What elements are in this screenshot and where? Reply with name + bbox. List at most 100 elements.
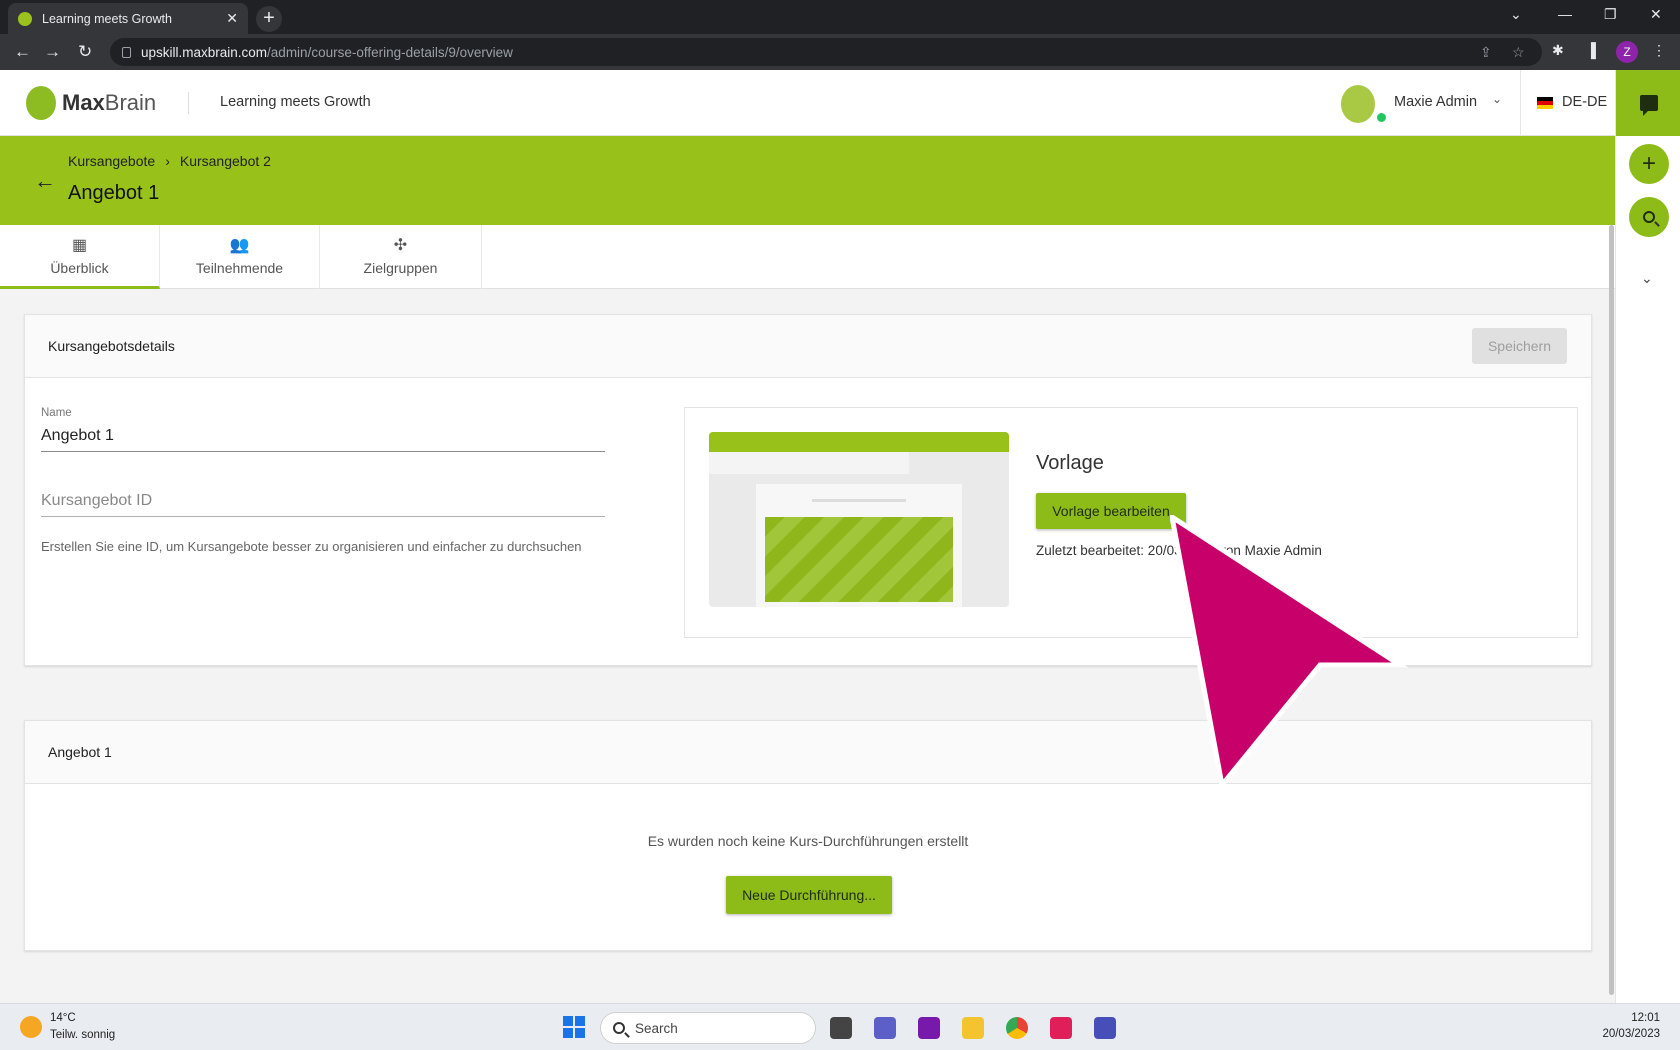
runs-card-title: Angebot 1: [48, 744, 112, 760]
brain-logo-icon: [26, 86, 56, 120]
logo-text-bold: Max: [62, 90, 105, 115]
chat-icon: [1639, 95, 1658, 116]
runs-card: Angebot 1 Es wurden noch keine Kurs-Durc…: [24, 720, 1592, 951]
offering-id-hint: Erstellen Sie eine ID, um Kursangebote b…: [41, 539, 582, 554]
page-title: Angebot 1: [68, 182, 160, 204]
details-card-header: Kursangebotsdetails: [25, 315, 1591, 378]
back-icon[interactable]: ←: [14, 42, 31, 62]
last-edited-text: Zuletzt bearbeitet: 20/03/2023 von Maxie…: [1036, 543, 1322, 558]
header-divider: [188, 92, 189, 114]
extensions-icon[interactable]: ✱: [1552, 42, 1564, 59]
details-card: Kursangebotsdetails Speichern Name Angeb…: [24, 314, 1592, 666]
weather-icon[interactable]: [20, 1016, 42, 1038]
chat-button[interactable]: [1616, 70, 1680, 136]
system-clock[interactable]: 12:01 20/03/2023: [1602, 1012, 1660, 1040]
weather-temperature: 14°C: [50, 1012, 76, 1024]
new-tab-button[interactable]: +: [256, 6, 282, 32]
clock-time: 12:01: [1631, 1012, 1660, 1024]
user-menu-name[interactable]: Maxie Admin: [1394, 94, 1477, 110]
chrome-icon[interactable]: [1006, 1017, 1028, 1039]
runs-card-header: Angebot 1: [25, 721, 1591, 784]
profile-avatar[interactable]: Z: [1616, 41, 1638, 63]
windows-start-icon[interactable]: [563, 1016, 585, 1038]
empty-runs-message: Es wurden noch keine Kurs-Durchführungen…: [647, 833, 969, 849]
details-card-title: Kursangebotsdetails: [48, 338, 175, 354]
page-scrollbar[interactable]: [1609, 225, 1614, 995]
name-field-underline: [41, 451, 605, 452]
reload-icon[interactable]: ↻: [78, 42, 92, 62]
close-tab-icon[interactable]: ✕: [226, 10, 238, 27]
back-arrow-icon[interactable]: ←: [34, 168, 56, 194]
maxbrain-logo[interactable]: MaxBrain: [26, 86, 156, 120]
share-icon[interactable]: ⇪: [1480, 44, 1492, 61]
search-icon: [1643, 211, 1655, 223]
page-tabs: ▦ Überblick 👥 Teilnehmende ✣ Zielgruppen: [0, 225, 1615, 289]
forward-icon[interactable]: →: [44, 42, 61, 62]
teams-icon[interactable]: [1094, 1017, 1116, 1039]
dashboard-icon: ▦: [71, 237, 88, 254]
search-icon: [613, 1022, 625, 1034]
name-field-label: Name: [41, 407, 72, 419]
header-divider-2: [1520, 70, 1521, 136]
chevron-down-icon[interactable]: ⌄: [1641, 270, 1653, 287]
right-rail: + ⌄: [1615, 70, 1680, 1003]
file-explorer-icon[interactable]: [962, 1017, 984, 1039]
breadcrumb-kursangebote[interactable]: Kursangebote: [68, 153, 155, 169]
header-slogan: Learning meets Growth: [220, 94, 371, 110]
browser-tab-title: Learning meets Growth: [42, 11, 172, 26]
taskbar-search[interactable]: Search: [600, 1012, 816, 1044]
tab-search-chevron-icon[interactable]: ⌄: [1510, 6, 1522, 23]
bookmark-star-icon[interactable]: ☆: [1512, 44, 1525, 61]
plus-icon: +: [1641, 150, 1656, 177]
add-button[interactable]: +: [1629, 144, 1669, 184]
people-icon: 👥: [229, 237, 250, 254]
task-view-icon[interactable]: [830, 1017, 852, 1039]
offering-id-field[interactable]: Kursangebot ID: [41, 492, 152, 510]
template-title: Vorlage: [1036, 452, 1104, 474]
save-button[interactable]: Speichern: [1472, 328, 1567, 364]
address-bar[interactable]: upskill.maxbrain.com/admin/course-offeri…: [110, 38, 1542, 66]
breadcrumb-kursangebot-2[interactable]: Kursangebot 2: [180, 153, 271, 169]
template-preview-image[interactable]: [709, 432, 1009, 607]
restore-icon[interactable]: ❐: [1604, 6, 1617, 23]
taskbar-search-label: Search: [635, 1020, 678, 1036]
onenote-icon[interactable]: [918, 1017, 940, 1039]
breadcrumb: Kursangebote › Kursangebot 2: [68, 153, 271, 169]
online-status-icon: [1377, 113, 1386, 122]
tab-ueberblick-label: Überblick: [50, 260, 109, 276]
tab-teilnehmende[interactable]: 👥 Teilnehmende: [160, 225, 320, 289]
new-run-button[interactable]: Neue Durchführung...: [726, 876, 892, 914]
template-panel: Vorlage Vorlage bearbeiten Zuletzt bearb…: [684, 407, 1578, 638]
app-header: MaxBrain Learning meets Growth Maxie Adm…: [0, 70, 1615, 136]
windows-taskbar: 14°C Teilw. sonnig Search 12:01 20/03/20…: [0, 1003, 1680, 1050]
groups-icon: ✣: [393, 237, 408, 254]
lock-icon: [122, 46, 131, 58]
name-field[interactable]: Angebot 1: [41, 427, 114, 445]
url-host: upskill.maxbrain.com: [141, 44, 268, 60]
slack-icon[interactable]: [1050, 1017, 1072, 1039]
chevron-right-icon: ›: [165, 153, 170, 169]
maxbrain-favicon-icon: [18, 11, 32, 26]
tab-teilnehmende-label: Teilnehmende: [195, 260, 284, 276]
language-selector[interactable]: DE-DE: [1562, 94, 1607, 110]
search-button[interactable]: [1629, 197, 1669, 237]
browser-toolbar: ← → ↻ upskill.maxbrain.com/admin/course-…: [0, 34, 1680, 70]
url-path: /admin/course-offering-details/9/overvie…: [267, 44, 513, 60]
german-flag-icon[interactable]: [1537, 97, 1553, 109]
edit-template-button[interactable]: Vorlage bearbeiten: [1036, 493, 1186, 529]
tab-ueberblick[interactable]: ▦ Überblick: [0, 225, 160, 289]
minimize-icon[interactable]: —: [1558, 6, 1572, 22]
clock-date: 20/03/2023: [1602, 1028, 1660, 1040]
tab-zielgruppen-label: Zielgruppen: [363, 260, 438, 276]
tab-zielgruppen[interactable]: ✣ Zielgruppen: [320, 225, 482, 289]
side-panel-icon[interactable]: ▐: [1586, 42, 1596, 58]
user-avatar[interactable]: [1341, 85, 1375, 123]
chevron-down-icon[interactable]: ⌄: [1492, 92, 1502, 106]
browser-menu-icon[interactable]: ⋮: [1652, 42, 1666, 59]
weather-description: Teilw. sonnig: [50, 1029, 116, 1041]
browser-tab[interactable]: Learning meets Growth ✕: [8, 3, 248, 34]
offering-id-underline: [41, 516, 605, 517]
close-window-icon[interactable]: ✕: [1650, 6, 1662, 23]
logo-text-light: Brain: [104, 90, 157, 115]
teams-chat-icon[interactable]: [874, 1017, 896, 1039]
